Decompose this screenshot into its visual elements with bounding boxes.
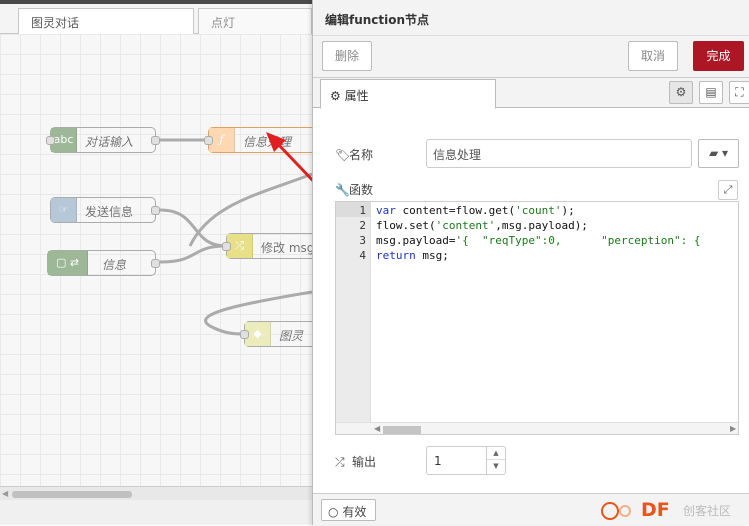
outputs-label: ⤮ 输出 xyxy=(335,455,377,469)
shuffle-icon: ⤮ xyxy=(335,455,345,469)
increment-icon[interactable]: ▲ xyxy=(487,447,505,460)
node-info-process[interactable]: ƒ 信息处理 xyxy=(204,127,312,153)
editor-scrollbar[interactable]: ◀ ▶ xyxy=(336,422,738,434)
tray-footer: ○ 有效 DF 创客社区 xyxy=(313,493,749,525)
scroll-right-icon[interactable]: ▶ xyxy=(730,424,736,433)
tag-icon: 🏷 xyxy=(335,148,351,162)
edit-tray: 编辑function节点 删除 取消 完成 ⚙ 属性 ⚙ ▤ ⛶ 🏷名称 信息处… xyxy=(312,0,749,525)
scroll-left-icon[interactable]: ◀ xyxy=(374,424,380,433)
name-input[interactable]: 信息处理 xyxy=(426,139,692,168)
node-label: 信息处理 xyxy=(243,135,292,149)
watermark: DF 创客社区 xyxy=(591,494,749,526)
scroll-left-icon[interactable]: ◀ xyxy=(2,489,8,498)
workspace-grid[interactable]: abc 对话输入 ƒ 信息处理 ☞ 发送信息 ⤮ 修改 msg ▢ ⇄ 信息 ◆ xyxy=(0,34,312,486)
workspace-tab-label: 图灵对话 xyxy=(31,16,80,30)
input-port[interactable] xyxy=(204,136,213,145)
tray-tab-bar: ⚙ 属性 ⚙ ▤ ⛶ xyxy=(313,78,749,109)
done-button[interactable]: 完成 xyxy=(693,41,744,71)
scrollbar-thumb[interactable] xyxy=(383,426,421,434)
watermark-brand: DF xyxy=(641,499,670,521)
expand-icon: ⤢ xyxy=(723,183,733,196)
delete-button[interactable]: 删除 xyxy=(322,41,372,71)
settings-tab-icon[interactable]: ⚙ xyxy=(669,81,693,104)
enabled-label: 有效 xyxy=(342,505,367,519)
node-label: 对话输入 xyxy=(85,135,134,149)
expand-editor-button[interactable]: ⤢ xyxy=(718,180,738,200)
tab-label: 属性 xyxy=(344,89,369,103)
gear-icon: ⚙ xyxy=(330,89,341,103)
code-editor[interactable]: 1 2 3 4 var content=flow.get('count'); f… xyxy=(335,201,739,435)
tray-toolbar: 删除 取消 完成 xyxy=(313,36,749,78)
output-port[interactable] xyxy=(151,206,160,215)
flow-canvas[interactable]: 图灵对话 点灯 abc 对话输入 ƒ 信息处理 ☞ 发送信息 ⤮ 修改 msg … xyxy=(0,0,312,525)
workspace-tab-turing[interactable]: 图灵对话 xyxy=(18,8,194,36)
circle-icon: ○ xyxy=(328,505,339,519)
outputs-value[interactable]: 1 xyxy=(434,454,442,468)
node-label: 发送信息 xyxy=(85,205,134,219)
cancel-button[interactable]: 取消 xyxy=(628,41,678,71)
code-line[interactable]: flow.set('content',msg.payload); xyxy=(376,218,588,233)
description-tab-icon[interactable]: ▤ xyxy=(699,81,723,104)
line-number: 3 xyxy=(359,234,366,247)
code-line[interactable]: return msg; xyxy=(376,248,449,263)
node-dialog-input[interactable]: abc 对话输入 xyxy=(46,127,160,153)
stepper-buttons: ▲ ▼ xyxy=(486,447,505,474)
node-turing[interactable]: ◆ 图灵 xyxy=(240,321,312,347)
input-port[interactable] xyxy=(240,330,249,339)
node-message[interactable]: ▢ ⇄ 信息 xyxy=(47,250,160,276)
arrow-icon: ▢ ⇄ xyxy=(48,251,88,275)
tray-title: 编辑function节点 xyxy=(313,0,749,36)
output-port[interactable] xyxy=(151,136,160,145)
inject-icon: ☞ xyxy=(51,198,77,222)
watermark-text: 创客社区 xyxy=(683,504,732,518)
library-dropdown-button[interactable]: ▰ ▾ xyxy=(698,139,739,168)
workspace-tab-label: 点灯 xyxy=(211,16,236,30)
node-label: 图灵 xyxy=(279,329,304,343)
input-port[interactable] xyxy=(222,242,231,251)
line-number: 2 xyxy=(359,219,366,232)
node-label: 信息 xyxy=(102,258,127,272)
name-label: 🏷名称 xyxy=(335,148,374,162)
line-number-gutter: 1 2 3 4 xyxy=(336,202,371,434)
wire xyxy=(159,244,227,264)
workspace-tab-light[interactable]: 点灯 xyxy=(198,8,312,35)
wrench-icon: 🔧 xyxy=(335,183,350,197)
node-send-info[interactable]: ☞ 发送信息 xyxy=(50,197,160,223)
enabled-toggle[interactable]: ○ 有效 xyxy=(321,499,376,521)
canvas-footer xyxy=(0,500,312,525)
outputs-stepper[interactable]: 1 ▲ ▼ xyxy=(426,446,506,475)
line-number: 4 xyxy=(359,249,366,262)
canvas-scrollbar[interactable]: ◀ xyxy=(0,486,312,500)
input-port[interactable] xyxy=(46,136,55,145)
tab-properties[interactable]: ⚙ 属性 xyxy=(320,79,496,109)
appearance-tab-icon[interactable]: ⛶ xyxy=(729,81,749,104)
decrement-icon[interactable]: ▼ xyxy=(487,460,505,473)
node-label: 修改 msg xyxy=(261,241,312,255)
code-line[interactable]: msg.payload='{ "reqType":0, "perception"… xyxy=(376,233,701,248)
output-port[interactable] xyxy=(151,259,160,268)
node-change-msg[interactable]: ⤮ 修改 msg xyxy=(222,233,312,259)
line-number: 1 xyxy=(359,204,366,217)
df-logo-icon xyxy=(601,502,631,520)
function-label: 🔧函数 xyxy=(335,183,374,197)
code-line[interactable]: var content=flow.get('count'); xyxy=(376,203,575,218)
workspace-tab-bar: 图灵对话 点灯 xyxy=(0,4,312,36)
book-icon: ▰ ▾ xyxy=(708,146,729,160)
scrollbar-thumb[interactable] xyxy=(12,491,132,498)
